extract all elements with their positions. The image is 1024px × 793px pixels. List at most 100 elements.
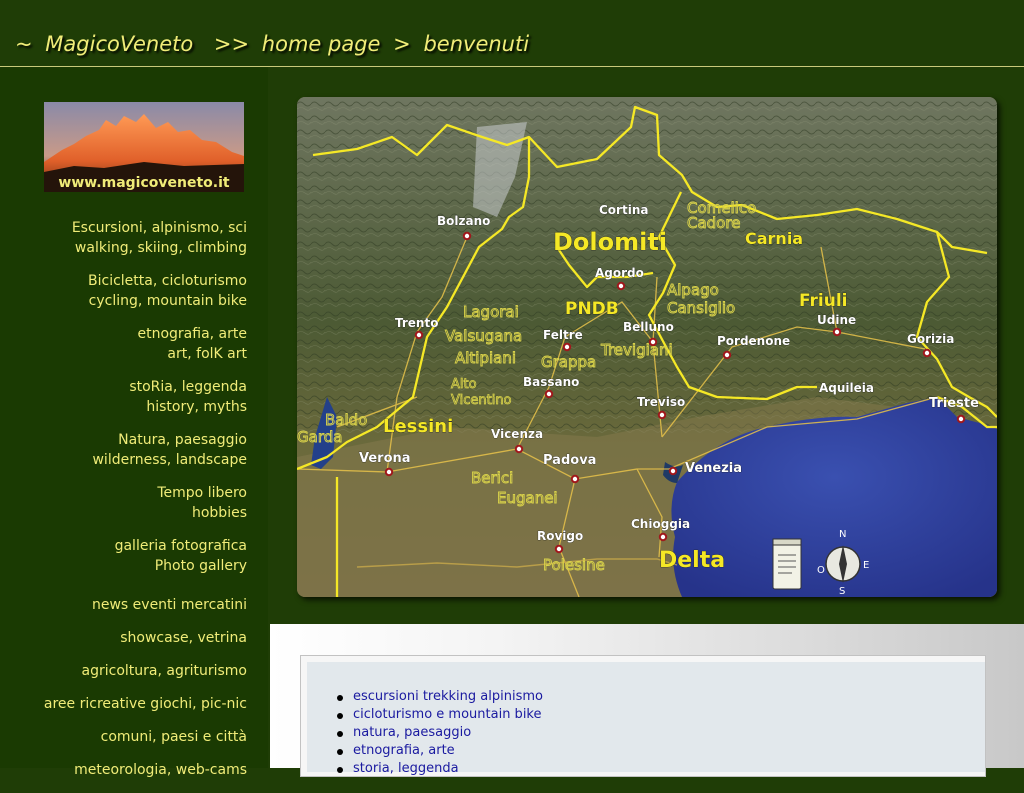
- map-region-delta: Delta: [659, 548, 725, 573]
- nav-group-meteo: meteorologia, web-cams: [7, 760, 247, 780]
- map-region-dolomiti: Dolomiti: [553, 228, 667, 256]
- map-region-valsugana: Valsugana: [445, 327, 522, 345]
- nav-link[interactable]: news eventi mercatini: [7, 595, 247, 615]
- nav-link[interactable]: agricoltura, agriturismo: [7, 661, 247, 681]
- map-label-udine: Udine: [817, 313, 856, 327]
- nav-link[interactable]: showcase, vetrina: [7, 628, 247, 648]
- map-region-lagorai: Lagorai: [463, 303, 519, 321]
- nav-link[interactable]: etnografia, arte: [7, 324, 248, 344]
- main-content: Bolzano Cortina Agordo Trento Feltre Bel…: [268, 67, 1024, 777]
- logo-caption: www.magicoveneto.it: [58, 175, 230, 191]
- list-item: etnografia, arte: [335, 742, 543, 760]
- nav-link[interactable]: cycling, mountain bike: [7, 291, 247, 311]
- nav-group-aree: aree ricreative giochi, pic-nic: [7, 694, 247, 714]
- map-region-friuli: Friuli: [799, 291, 848, 311]
- map-region-altipiani: Altipiani: [455, 349, 516, 367]
- map-label-cortina: Cortina: [599, 203, 648, 217]
- map-region-pndb: PNDB: [565, 299, 619, 319]
- topic-link[interactable]: escursioni trekking alpinismo: [353, 689, 543, 704]
- map-label-trento: Trento: [395, 316, 438, 330]
- nav-link[interactable]: Bicicletta, cicloturismo: [7, 271, 247, 291]
- map-label-pordenone: Pordenone: [717, 334, 790, 348]
- links-box-inner: escursioni trekking alpinismo cicloturis…: [307, 662, 985, 776]
- topic-link[interactable]: natura, paesaggio: [353, 725, 471, 740]
- map-region-baldo: Baldo: [325, 411, 367, 429]
- nav-link[interactable]: meteorologia, web-cams: [7, 760, 247, 780]
- map-region-trevigiani: Trevigiani: [600, 341, 673, 359]
- nav-group-escursioni: Escursioni, alpinismo, sci walking, skii…: [7, 218, 247, 258]
- sidebar: www.magicoveneto.it Escursioni, alpinism…: [0, 67, 268, 778]
- nav-link[interactable]: stoRia, leggenda: [7, 377, 247, 397]
- map-region-lessini: Lessini: [383, 416, 453, 437]
- notepad-icon[interactable]: [772, 538, 802, 590]
- map-region-grappa: Grappa: [541, 353, 596, 371]
- nav-group-tempo-libero: Tempo libero hobbies: [7, 483, 247, 523]
- list-item: storia, leggenda: [335, 760, 543, 778]
- breadcrumb-separator: >: [393, 32, 411, 56]
- compass-s: S: [839, 586, 845, 597]
- site-logo[interactable]: www.magicoveneto.it: [44, 102, 244, 192]
- breadcrumb: ~ MagicoVeneto >> home page > benvenuti: [15, 32, 535, 56]
- nav-link[interactable]: Escursioni, alpinismo, sci: [7, 218, 247, 238]
- site-name-link[interactable]: MagicoVeneto: [45, 32, 193, 56]
- map-label-verona: Verona: [359, 451, 411, 466]
- map-label-belluno: Belluno: [623, 320, 674, 334]
- map-region-cansiglio: Cansiglio: [667, 299, 735, 317]
- map-region-berici: Berici: [471, 469, 513, 487]
- compass-o: O: [817, 565, 825, 576]
- links-box: escursioni trekking alpinismo cicloturis…: [300, 655, 986, 777]
- topic-link[interactable]: storia, leggenda: [353, 761, 459, 776]
- nav-link[interactable]: wilderness, landscape: [7, 450, 247, 470]
- nav-link[interactable]: art, folK art: [7, 344, 247, 364]
- map-region-vicentino: Vicentino: [451, 393, 512, 408]
- nav-link[interactable]: Natura, paesaggio: [7, 430, 247, 450]
- veneto-map[interactable]: Bolzano Cortina Agordo Trento Feltre Bel…: [297, 97, 997, 597]
- topic-link-list: escursioni trekking alpinismo cicloturis…: [335, 688, 543, 778]
- nav-link[interactable]: galleria fotografica: [7, 536, 247, 556]
- list-item: escursioni trekking alpinismo: [335, 688, 543, 706]
- nav-link[interactable]: aree ricreative giochi, pic-nic: [7, 694, 247, 714]
- nav-link[interactable]: Tempo libero: [7, 483, 247, 503]
- topic-link[interactable]: cicloturismo e mountain bike: [353, 707, 542, 722]
- breadcrumb-home-link[interactable]: home page: [262, 32, 381, 56]
- nav-group-agricoltura: agricoltura, agriturismo: [7, 661, 247, 681]
- nav-link[interactable]: comuni, paesi e città: [7, 727, 247, 747]
- nav-link[interactable]: history, myths: [7, 397, 247, 417]
- compass-n: N: [839, 529, 846, 540]
- map-label-treviso: Treviso: [637, 395, 685, 409]
- nav-group-news: news eventi mercatini: [7, 595, 247, 615]
- map-label-gorizia: Gorizia: [907, 332, 954, 346]
- map-label-bassano: Bassano: [523, 375, 579, 389]
- map-label-aquileia: Aquileia: [819, 381, 874, 395]
- map-label-vicenza: Vicenza: [491, 427, 543, 441]
- breadcrumb-current: benvenuti: [423, 32, 530, 56]
- nav-group-storia: stoRia, leggenda history, myths: [7, 377, 247, 417]
- map-label-padova: Padova: [543, 453, 596, 468]
- map-region-cadore: Cadore: [687, 214, 740, 232]
- compass-e: E: [863, 560, 869, 571]
- nav-group-showcase: showcase, vetrina: [7, 628, 247, 648]
- nav-link[interactable]: walking, skiing, climbing: [7, 238, 247, 258]
- map-region-carnia: Carnia: [745, 229, 803, 248]
- map-label-bolzano: Bolzano: [437, 214, 490, 228]
- map-region-euganei: Euganei: [497, 489, 558, 507]
- content-panel: escursioni trekking alpinismo cicloturis…: [270, 624, 1024, 777]
- topic-link[interactable]: etnografia, arte: [353, 743, 455, 758]
- map-region-polesine: Polesine: [543, 556, 605, 574]
- breadcrumb-separator: >>: [213, 32, 250, 56]
- list-item: natura, paesaggio: [335, 724, 543, 742]
- map-label-feltre: Feltre: [543, 328, 583, 342]
- map-label-agordo: Agordo: [595, 266, 644, 280]
- nav-link[interactable]: hobbies: [7, 503, 247, 523]
- map-label-chioggia: Chioggia: [631, 517, 690, 531]
- map-region-alto: Alto: [451, 377, 477, 392]
- map-label-trieste: Trieste: [929, 396, 979, 411]
- satellite-map-image: Bolzano Cortina Agordo Trento Feltre Bel…: [297, 97, 997, 597]
- nav-group-etnografia: etnografia, arte art, folK art: [7, 324, 248, 364]
- nav-link[interactable]: Photo gallery: [7, 556, 247, 576]
- nav-group-bicicletta: Bicicletta, cicloturismo cycling, mounta…: [7, 271, 247, 311]
- nav-group-galleria: galleria fotografica Photo gallery: [7, 536, 247, 576]
- map-region-alpago: Alpago: [667, 281, 719, 299]
- page-header: ~ MagicoVeneto >> home page > benvenuti: [0, 0, 1024, 67]
- map-label-rovigo: Rovigo: [537, 529, 583, 543]
